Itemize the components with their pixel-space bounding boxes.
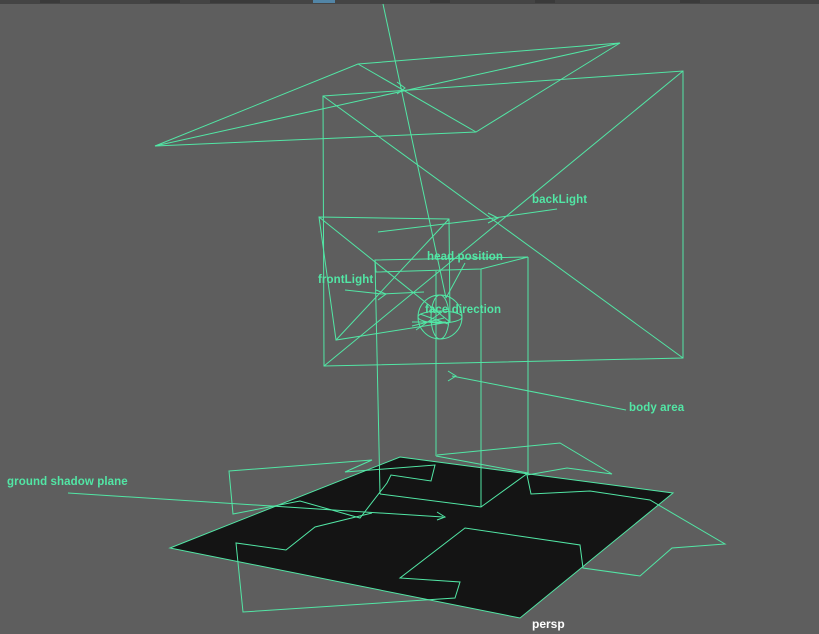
- camera-name-label: persp: [532, 617, 565, 631]
- body-area-label[interactable]: body area: [629, 402, 684, 415]
- head-position-pointer: [445, 262, 466, 299]
- scene-wireframe[interactable]: [0, 0, 819, 634]
- front-light-label[interactable]: frontLight: [318, 274, 373, 287]
- head-position-label[interactable]: head position: [427, 251, 503, 264]
- back-light-pointer: [493, 208, 558, 219]
- maya-perspective-viewport[interactable]: backLight head position frontLight face …: [0, 0, 819, 634]
- body-area-pointer: [451, 375, 627, 411]
- head-sphere-icon[interactable]: [417, 294, 463, 340]
- top-light-diagonal: [357, 63, 477, 133]
- head-sphere-meridian: [430, 294, 450, 340]
- ground-shadow-plane[interactable]: [168, 456, 675, 619]
- face-direction-label[interactable]: face direction: [425, 304, 501, 317]
- back-light-aim: [377, 217, 495, 233]
- ground-shadow-plane-label[interactable]: ground shadow plane: [7, 476, 128, 489]
- front-light-aim: [381, 291, 425, 295]
- back-light-label[interactable]: backLight: [532, 194, 587, 207]
- top-light-diagonal: [154, 42, 621, 147]
- back-light-diagonal: [322, 95, 684, 359]
